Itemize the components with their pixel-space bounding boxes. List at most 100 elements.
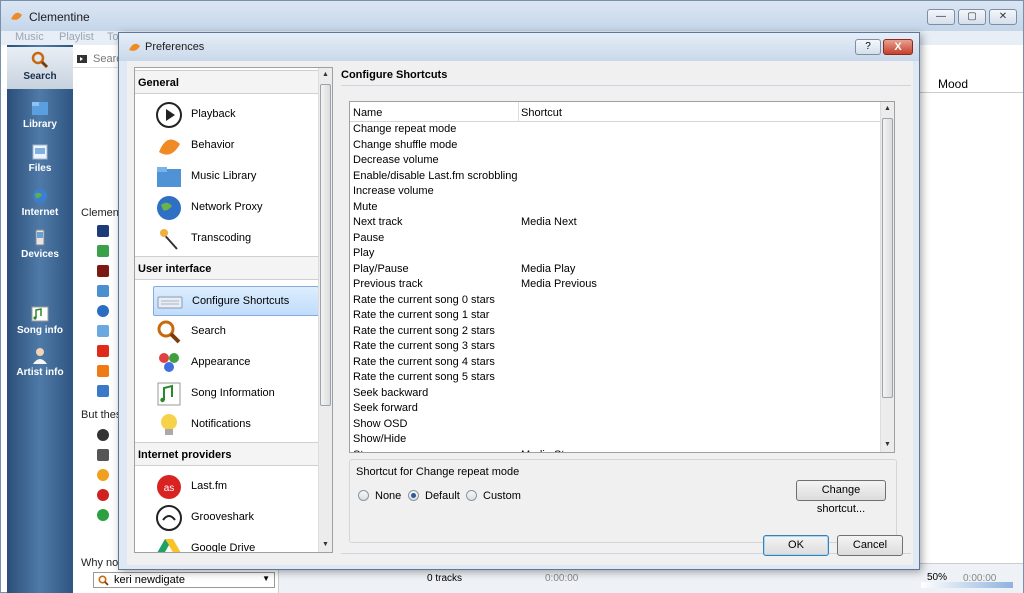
column-header-name[interactable]: Name — [353, 107, 382, 119]
sidebar-item-library[interactable]: Library — [7, 95, 73, 137]
help-button[interactable]: ? — [855, 39, 881, 55]
radio-icon[interactable] — [97, 305, 109, 317]
table-row[interactable]: Play/Pause Media Play — [350, 262, 880, 278]
dialog-close-button[interactable]: X — [883, 39, 913, 55]
shortcut-name-cell: Rate the current song 5 stars — [353, 371, 495, 383]
icecast-icon[interactable] — [97, 449, 109, 461]
table-row[interactable]: Increase volume — [350, 184, 880, 200]
table-row[interactable]: Show OSD — [350, 417, 880, 433]
table-row[interactable]: Mute — [350, 200, 880, 216]
magnatune-icon[interactable] — [97, 285, 109, 297]
sidebar-item-artist-info[interactable]: Artist info — [7, 343, 73, 385]
ok-button[interactable]: OK — [763, 535, 829, 556]
category-item-grooveshark[interactable]: Grooveshark — [153, 503, 319, 533]
category-item-song-information[interactable]: Song Information — [153, 379, 319, 409]
somafm-icon[interactable] — [97, 345, 109, 357]
radio-default-indicator[interactable] — [408, 490, 419, 501]
grooveshark-small-icon[interactable] — [97, 429, 109, 441]
column-divider[interactable] — [518, 102, 519, 122]
table-row[interactable]: Rate the current song 3 stars — [350, 339, 880, 355]
radio-custom-indicator[interactable] — [466, 490, 477, 501]
radio-none-indicator[interactable] — [358, 490, 369, 501]
column-header-mood[interactable]: Mood — [919, 73, 1023, 93]
table-row[interactable]: Previous track Media Previous — [350, 277, 880, 293]
close-button[interactable]: ✕ — [989, 9, 1017, 25]
table-row[interactable]: Enable/disable Last.fm scrobbling — [350, 169, 880, 185]
scrollbar-thumb[interactable] — [882, 118, 893, 398]
category-item-google-drive[interactable]: Google Drive — [153, 534, 319, 553]
subsonic-icon[interactable] — [97, 385, 109, 397]
sidebar-item-devices[interactable]: Devices — [7, 225, 73, 267]
shortcut-name-cell: Decrease volume — [353, 154, 439, 166]
menu-playlist[interactable]: Playlist — [59, 31, 94, 43]
shortcut-key-cell: Media Previous — [521, 278, 597, 290]
table-row[interactable]: Rate the current song 2 stars — [350, 324, 880, 340]
clementine-logo-icon — [129, 43, 140, 51]
table-row[interactable]: Change repeat mode — [350, 122, 880, 138]
category-item-notifications[interactable]: Notifications — [153, 410, 319, 440]
intergalactic-icon[interactable] — [97, 469, 109, 481]
minimize-button[interactable]: — — [927, 9, 955, 25]
table-row[interactable]: Seek forward — [350, 401, 880, 417]
chevron-down-icon[interactable]: ▼ — [262, 574, 270, 583]
table-row[interactable]: Show/Hide — [350, 432, 880, 448]
table-row[interactable]: Rate the current song 4 stars — [350, 355, 880, 371]
column-header-shortcut[interactable]: Shortcut — [521, 107, 562, 119]
sidebar-item-files[interactable]: Files — [7, 139, 73, 181]
track-count: 0 tracks — [427, 573, 463, 584]
table-row[interactable]: Change shuffle mode — [350, 138, 880, 154]
category-item-lastfm[interactable]: as Last.fm — [153, 472, 319, 502]
dialog-title-bar: Preferences ? X — [119, 33, 919, 61]
category-item-playback[interactable]: Playback — [153, 100, 319, 130]
di-icon[interactable] — [97, 225, 109, 237]
category-header-general: General — [135, 70, 319, 94]
category-item-label: Notifications — [191, 418, 251, 430]
category-item-label: Last.fm — [191, 480, 228, 492]
scroll-down-arrow[interactable]: ▼ — [881, 438, 894, 452]
category-item-transcoding[interactable]: Transcoding — [153, 224, 319, 254]
category-list-scrollbar[interactable]: ▲ ▼ — [318, 68, 332, 552]
table-row[interactable]: Rate the current song 1 star — [350, 308, 880, 324]
category-item-configure-shortcuts[interactable]: Configure Shortcuts — [153, 286, 319, 316]
menu-music[interactable]: Music — [15, 31, 44, 43]
category-item-search[interactable]: Search — [153, 317, 319, 347]
scroll-up-arrow[interactable]: ▲ — [881, 102, 894, 116]
elapsed-time: 0:00:00 — [545, 573, 579, 584]
category-item-network-proxy[interactable]: Network Proxy — [153, 193, 319, 223]
sidebar-item-song-info[interactable]: Song info — [7, 301, 73, 343]
table-row[interactable]: Rate the current song 0 stars — [350, 293, 880, 309]
table-row[interactable]: Play — [350, 246, 880, 262]
category-item-behavior[interactable]: Behavior — [153, 131, 319, 161]
skydrive-icon[interactable] — [97, 325, 109, 337]
shortcut-name-cell: Show OSD — [353, 417, 408, 430]
category-item-appearance[interactable]: Appearance — [153, 348, 319, 378]
category-item-music-library[interactable]: Music Library — [153, 162, 319, 192]
jazzradio-icon[interactable] — [97, 265, 109, 277]
change-shortcut-button[interactable]: Change shortcut... — [796, 480, 886, 515]
table-row[interactable]: Stop Media Stop — [350, 448, 880, 453]
scroll-up-arrow[interactable]: ▲ — [319, 68, 332, 82]
maximize-button[interactable]: ▢ — [958, 9, 986, 25]
scroll-down-arrow[interactable]: ▼ — [319, 538, 332, 552]
google-drive-small-icon[interactable] — [97, 245, 109, 257]
soundcloud-icon[interactable] — [97, 365, 109, 377]
shortcut-group-legend: Shortcut for Change repeat mode — [356, 466, 520, 478]
shortcut-name-cell: Pause — [353, 231, 385, 244]
sidebar-item-internet[interactable]: Internet — [7, 183, 73, 225]
shortcuts-table[interactable]: Name Shortcut Change repeat mode Change s… — [349, 101, 895, 453]
scrollbar-thumb[interactable] — [320, 84, 331, 406]
table-row[interactable]: Rate the current song 5 stars — [350, 370, 880, 386]
table-row[interactable]: Next track Media Next — [350, 215, 880, 231]
menu-tools[interactable]: To — [107, 31, 119, 43]
sidebar-item-search[interactable]: Search — [7, 47, 73, 89]
table-row[interactable]: Seek backward — [350, 386, 880, 402]
spotify-icon[interactable] — [97, 509, 109, 521]
library-bottom-search[interactable]: keri newdigate ▼ — [93, 572, 275, 588]
shortcuts-table-scrollbar[interactable]: ▲ ▼ — [880, 102, 894, 452]
main-window-title: Clementine — [29, 10, 90, 24]
cancel-button[interactable]: Cancel — [837, 535, 903, 556]
lastfm-small-icon[interactable] — [97, 489, 109, 501]
category-item-label: Google Drive — [191, 542, 256, 553]
table-row[interactable]: Pause — [350, 231, 880, 247]
table-row[interactable]: Decrease volume — [350, 153, 880, 169]
